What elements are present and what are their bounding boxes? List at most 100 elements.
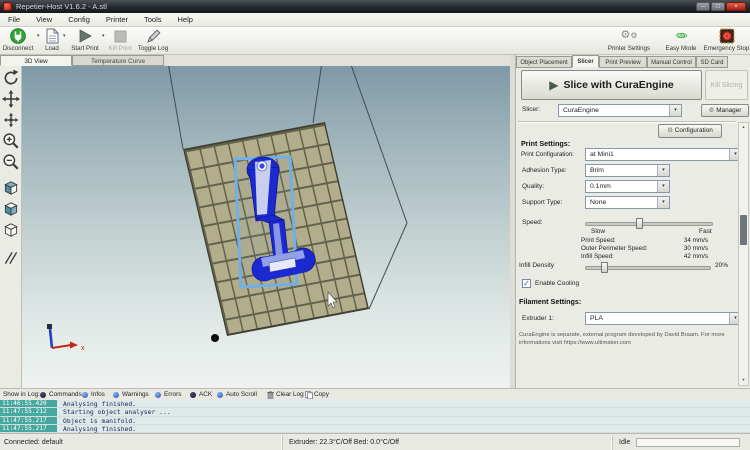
tab-print-preview[interactable]: Print Preview [599, 56, 647, 68]
toggle-log-button[interactable]: Toggle Log [134, 27, 172, 54]
panel-scrollbar[interactable]: ▴ ▾ [738, 122, 749, 386]
clear-log-button[interactable]: Clear Log [276, 391, 304, 398]
tab-sd-card[interactable]: SD Card [696, 56, 728, 68]
load-button[interactable]: Load [42, 27, 62, 54]
speed-slider-thumb[interactable] [636, 218, 643, 229]
print-configuration-label: Print Configuration: [521, 151, 574, 158]
play-icon [68, 28, 102, 45]
window-title: Repetier-Host V1.6.2 - A.stl [16, 2, 107, 11]
emergency-stop-button[interactable]: Emergency Stop [703, 27, 750, 54]
pan-view-icon[interactable] [2, 90, 20, 108]
menu-tools[interactable]: Tools [136, 13, 170, 26]
menu-printer[interactable]: Printer [98, 13, 136, 26]
filament-settings-heading: Filament Settings: [519, 297, 581, 306]
menu-help[interactable]: Help [170, 13, 201, 26]
ack-filter-icon [190, 392, 196, 398]
maximize-button[interactable]: □ [711, 2, 725, 11]
tab-object-placement[interactable]: Object Placement [516, 56, 572, 68]
scene-overlay: x [22, 66, 510, 388]
app-icon [3, 2, 12, 11]
menu-view[interactable]: View [28, 13, 60, 26]
main-toolbar: Disconnect ▾ Load ▾ Start Print ▾ Kill P… [0, 27, 750, 55]
printer-settings-button[interactable]: ⚙⚙ Printer Settings [600, 27, 658, 54]
speed-fast-label: Fast [699, 228, 712, 235]
parallel-projection-icon[interactable] [2, 249, 20, 267]
pencil-icon [134, 28, 172, 45]
scroll-down-icon[interactable]: ▾ [739, 376, 748, 384]
isometric-view-icon[interactable] [2, 179, 20, 197]
move-object-icon[interactable] [2, 111, 20, 129]
filter-warnings[interactable]: Warnings [122, 391, 149, 398]
connection-status: Connected: default [0, 435, 283, 450]
enable-cooling-checkbox[interactable]: ✓ [522, 279, 531, 288]
load-dropdown-arrow[interactable]: ▾ [63, 33, 66, 39]
auto-scroll-icon [217, 392, 223, 398]
emergency-stop-icon [703, 28, 750, 45]
top-view-icon[interactable] [2, 221, 20, 239]
filter-infos[interactable]: Infos [91, 391, 105, 398]
extruder-select[interactable]: PLA ▾ [585, 312, 742, 325]
printer-state: Idle [619, 439, 630, 446]
zoom-in-icon[interactable] [2, 132, 20, 150]
quality-select[interactable]: 0.1mm ▾ [585, 180, 670, 193]
close-button[interactable]: × [726, 2, 746, 11]
adhesion-type-select[interactable]: Brim ▾ [585, 164, 670, 177]
minimize-button[interactable]: – [696, 2, 710, 11]
filter-commands[interactable]: Commands [49, 391, 82, 398]
disconnect-button[interactable]: Disconnect [0, 27, 36, 54]
curaengine-note: CuraEngine is separate, external program… [519, 331, 744, 348]
infill-density-value: 20% [715, 262, 728, 269]
rotate-view-icon[interactable] [2, 69, 20, 87]
extruder-label: Extruder 1: [522, 315, 554, 322]
dropdown-arrow-icon: ▾ [657, 165, 669, 176]
menu-file[interactable]: File [0, 13, 28, 26]
log-row: 11:47:55.217 Analysing finished. [0, 425, 750, 433]
slicer-panel: Object Placement Slicer Print Preview Ma… [515, 55, 750, 388]
speed-slider[interactable] [585, 222, 713, 226]
copy-button[interactable]: Copy [314, 391, 329, 398]
temperature-status: Extruder: 22.3°C/Off Bed: 0.0°C/Off [283, 435, 613, 450]
print-configuration-select[interactable]: at Mini1 ▾ [585, 148, 742, 161]
manager-button[interactable]: ⚙ Manager [701, 104, 749, 117]
disconnect-plug-icon [0, 28, 36, 45]
start-print-button[interactable]: Start Print [68, 27, 102, 54]
quality-label: Quality: [522, 183, 544, 190]
tab-temperature-curve[interactable]: Temperature Curve [72, 55, 164, 66]
commands-filter-icon [40, 392, 46, 398]
axis-gizmo: x [47, 324, 85, 352]
mouse-cursor [328, 292, 337, 308]
log-timestamp: 11:47:55.217 [0, 425, 57, 432]
infill-density-slider-thumb[interactable] [601, 262, 608, 273]
view-toolbar [0, 66, 22, 388]
easy-mode-button[interactable]: EASY Easy Mode [659, 27, 703, 54]
tab-3d-view[interactable]: 3D View [0, 55, 72, 66]
menu-bar: File View Config Printer Tools Help [0, 13, 750, 27]
gear-icon: ⚙ [709, 107, 715, 114]
3d-viewport[interactable]: x [22, 66, 510, 388]
start-print-dropdown-arrow[interactable]: ▾ [102, 33, 105, 39]
zoom-out-icon[interactable] [2, 153, 20, 171]
log-area[interactable]: 11:46:55.420 Analysing finished. 11:47:5… [0, 400, 750, 433]
disconnect-dropdown-arrow[interactable]: ▾ [37, 33, 40, 39]
show-in-log-label: Show in Log: [3, 391, 40, 398]
slicer-select[interactable]: CuraEngine ▾ [558, 104, 682, 117]
filter-ack[interactable]: ACK [199, 391, 212, 398]
support-type-select[interactable]: None ▾ [585, 196, 670, 209]
support-type-label: Support Type: [522, 199, 562, 206]
tab-slicer[interactable]: Slicer [572, 55, 599, 67]
front-view-icon[interactable] [2, 200, 20, 218]
outer-perimeter-speed-value: 30 mm/s [656, 245, 708, 252]
menu-config[interactable]: Config [60, 13, 98, 26]
configuration-button[interactable]: ⚙ Configuration [658, 124, 722, 138]
dropdown-arrow-icon: ▾ [657, 197, 669, 208]
bed-origin-dot [211, 334, 219, 342]
tab-manual-control[interactable]: Manual Control [647, 56, 696, 68]
filter-errors[interactable]: Errors [164, 391, 181, 398]
log-timestamp: 11:47:55.212 [0, 408, 57, 415]
log-row: 11:47:55.217 Object is manifold. [0, 417, 750, 425]
panel-scroll-thumb[interactable] [740, 215, 747, 245]
kill-slicing-button: Kill Slicing [705, 70, 748, 100]
filter-auto-scroll[interactable]: Auto Scroll [226, 391, 257, 398]
scroll-up-icon[interactable]: ▴ [739, 123, 748, 131]
slice-button[interactable]: ▶ Slice with CuraEngine [521, 70, 702, 100]
